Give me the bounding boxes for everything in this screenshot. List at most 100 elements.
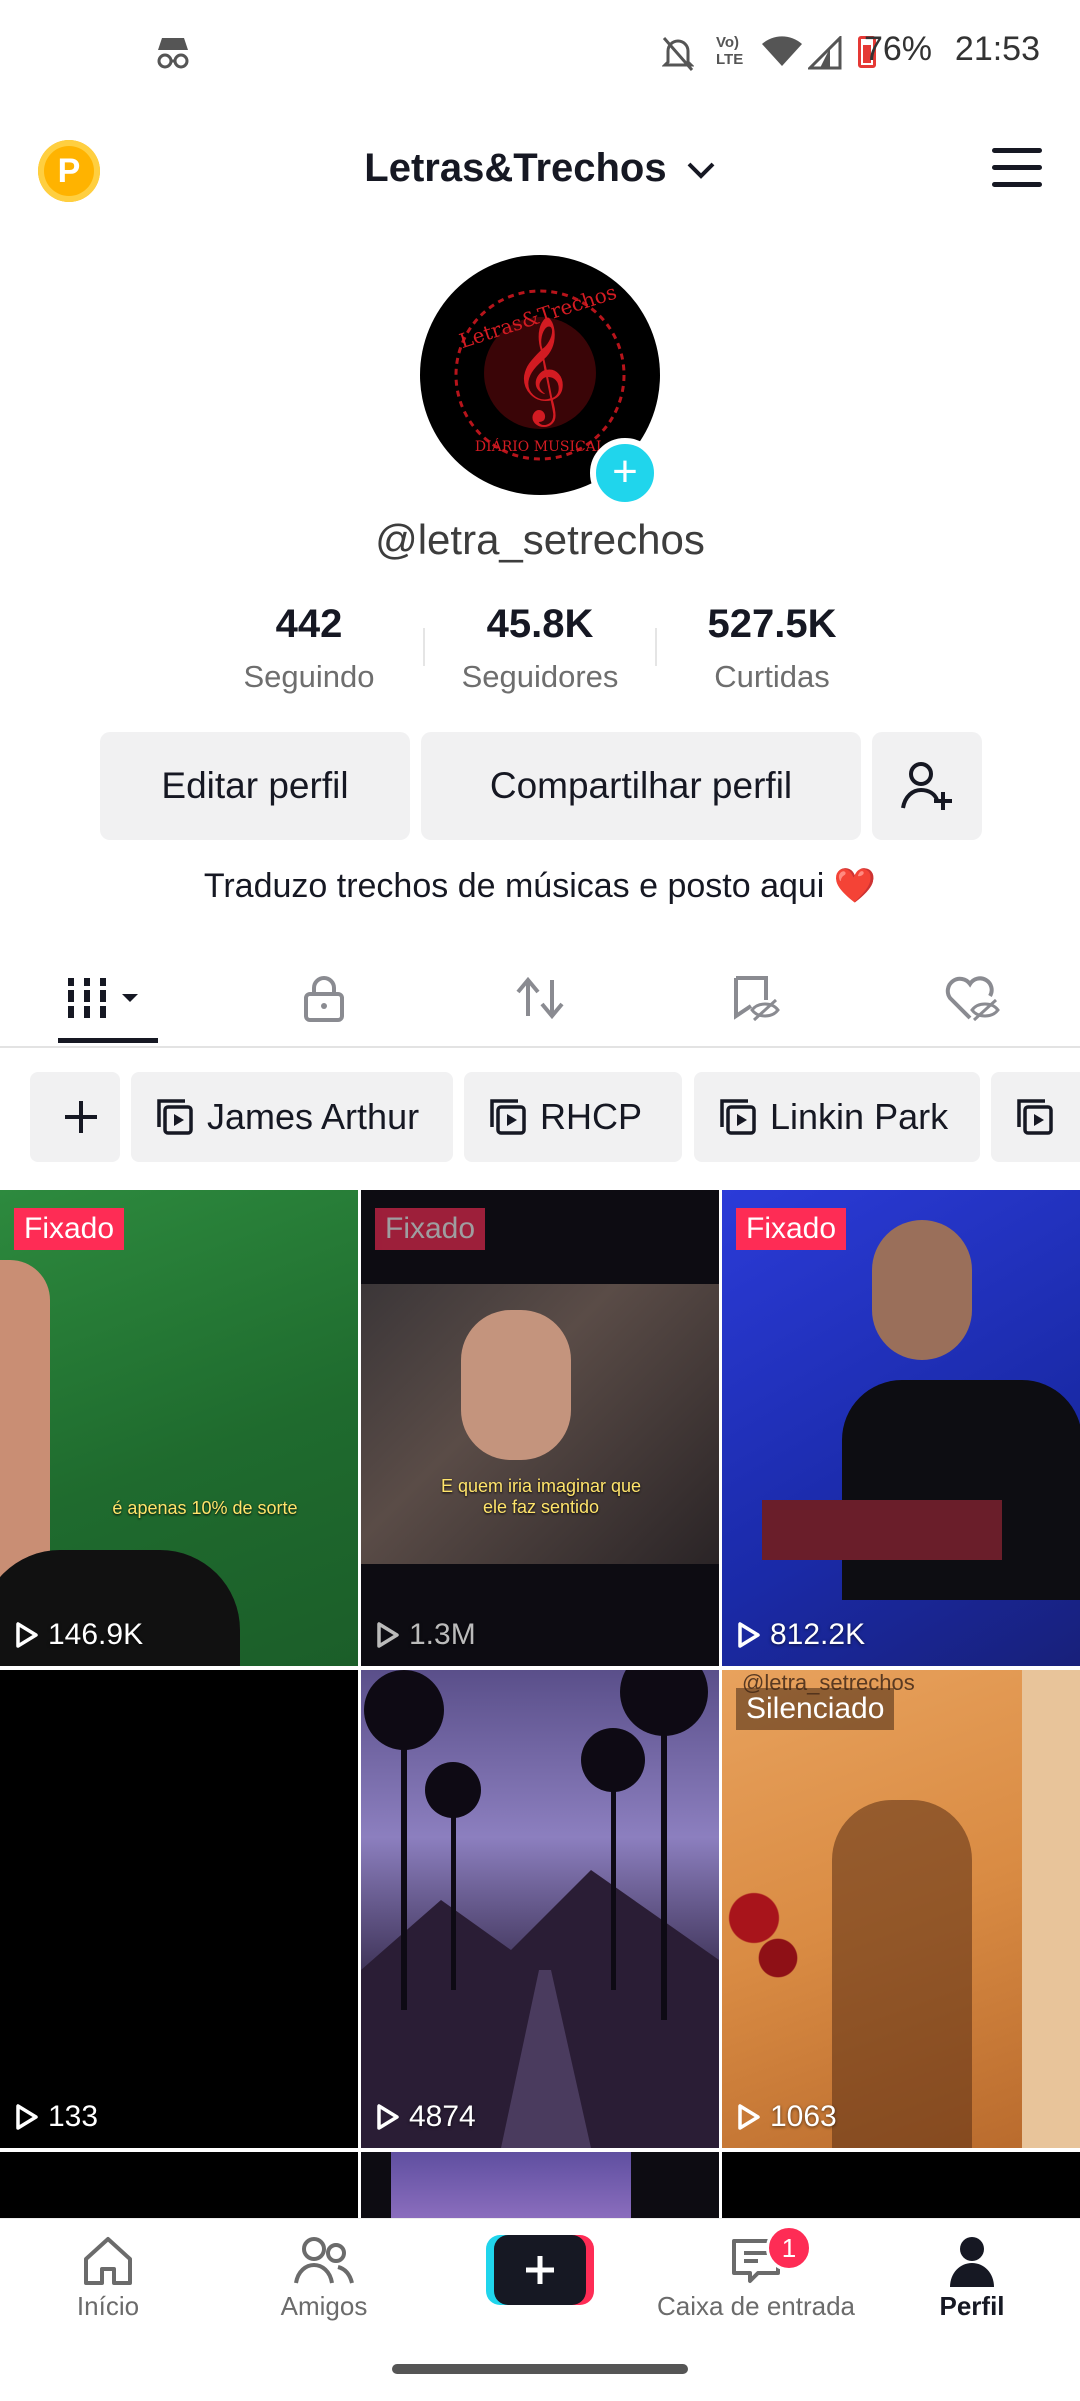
username: @letra_setrechos — [375, 516, 705, 563]
content-tabs — [0, 950, 1080, 1048]
incognito-icon — [157, 38, 189, 69]
nav-label: Amigos — [280, 2291, 368, 2321]
menu-button[interactable] — [992, 148, 1044, 188]
thumbnail-roses — [722, 1870, 802, 2030]
plus-icon — [65, 1101, 97, 1133]
video-tile[interactable] — [361, 2152, 719, 2222]
nav-label: Caixa de entrada — [656, 2291, 856, 2321]
playlist-label: RHCP — [540, 1096, 643, 1137]
video-tile[interactable]: @letra_setrechos Silenciado 1063 — [722, 1670, 1080, 2148]
view-count-value: 133 — [48, 2100, 99, 2133]
play-icon — [738, 2104, 760, 2130]
share-profile-button[interactable]: Compartilhar perfil — [421, 732, 861, 840]
stat-following[interactable]: 442 Seguindo — [194, 602, 424, 695]
view-count: 133 — [14, 2100, 98, 2134]
view-count-value: 1063 — [770, 2100, 837, 2133]
stat-followers[interactable]: 45.8K Seguidores — [425, 602, 655, 695]
stat-value: 45.8K — [486, 602, 594, 646]
play-icon — [377, 1622, 399, 1648]
status-bar: Vo) LTE 76% 21:53 — [0, 0, 1080, 110]
view-count: 1.3M — [375, 1618, 476, 1652]
nav-label: Perfil — [939, 2291, 1005, 2321]
thumbnail-wall — [1022, 1670, 1080, 2148]
repost-icon — [516, 976, 564, 1020]
home-indicator — [392, 2364, 688, 2374]
view-count: 146.9K — [14, 1618, 143, 1652]
video-caption: é apenas 10% de sorte — [112, 1498, 298, 1518]
view-count-value: 146.9K — [48, 1618, 144, 1651]
thumbnail-keyboard — [762, 1500, 1002, 1560]
playlist-label: Linkin Park — [770, 1096, 949, 1137]
grid-icon — [66, 978, 138, 1018]
bookmark-hidden-icon — [734, 976, 780, 1022]
thumbnail-face — [872, 1220, 972, 1360]
add-user-icon — [901, 762, 952, 810]
tab-reposts[interactable] — [432, 950, 648, 1046]
mute-icon — [662, 37, 694, 71]
video-tile[interactable]: Fixado é apenas 10% de sorte 146.9K — [0, 1190, 358, 1666]
lock-icon — [304, 976, 344, 1022]
video-tile[interactable]: Fixado 812.2K — [722, 1190, 1080, 1666]
profile-icon — [950, 2237, 994, 2287]
thumbnail-person — [842, 1380, 1080, 1600]
video-tile[interactable] — [722, 2152, 1080, 2222]
thumbnail-palms — [361, 1670, 719, 2148]
nav-friends[interactable]: Amigos — [216, 2231, 432, 2322]
heart-hidden-icon — [945, 976, 1000, 1022]
view-count-value: 1.3M — [409, 1618, 476, 1651]
playlist-icon — [157, 1099, 193, 1135]
add-friends-button[interactable] — [872, 732, 982, 840]
active-tab-indicator — [58, 1038, 158, 1043]
view-count-value: 812.2K — [770, 1618, 866, 1651]
view-count-value: 4874 — [409, 2100, 476, 2133]
bio: Traduzo trechos de músicas e posto aqui … — [203, 867, 877, 905]
edit-profile-button[interactable]: Editar perfil — [100, 732, 410, 840]
tab-liked[interactable] — [864, 950, 1080, 1046]
clock: 21:53 — [954, 30, 1040, 68]
video-caption: E quem iria imaginar que ele faz sentido — [440, 1476, 642, 1517]
nav-profile[interactable]: Perfil — [864, 2231, 1080, 2322]
tab-favorites[interactable] — [648, 950, 864, 1046]
friends-icon — [294, 2237, 354, 2284]
stat-label: Seguindo — [243, 659, 375, 694]
battery-level: 76% — [863, 30, 932, 68]
account-switcher[interactable]: Letras&Trechos — [0, 146, 1080, 191]
signal-icon — [808, 36, 842, 70]
stat-value: 442 — [275, 602, 343, 646]
playlist-chip[interactable]: RHCP — [464, 1072, 682, 1162]
play-icon — [16, 1622, 38, 1648]
playlist-chip[interactable]: Linkin Park — [694, 1072, 980, 1162]
thumbnail-preview — [391, 2152, 631, 2222]
playlist-icon — [1017, 1099, 1053, 1135]
create-button[interactable] — [486, 2235, 594, 2305]
pinned-badge: Fixado — [375, 1208, 486, 1250]
video-tile[interactable]: Fixado E quem iria imaginar que ele faz … — [361, 1190, 719, 1666]
add-story-button[interactable]: + — [590, 438, 660, 508]
home-icon — [84, 2237, 132, 2285]
stat-likes[interactable]: 527.5K Curtidas — [657, 602, 887, 695]
tab-videos[interactable] — [0, 950, 216, 1046]
video-tile[interactable] — [0, 2152, 358, 2222]
playlist-label: James Arthur — [207, 1096, 420, 1137]
play-icon — [738, 1622, 760, 1648]
pinned-badge: Fixado — [14, 1208, 125, 1250]
nav-inbox[interactable]: 1 Caixa de entrada — [648, 2225, 864, 2322]
pinned-badge: Fixado — [736, 1208, 847, 1250]
stat-value: 527.5K — [707, 602, 837, 646]
video-tile[interactable]: 4874 — [361, 1670, 719, 2148]
playlist-chip-partial[interactable] — [991, 1072, 1080, 1162]
play-icon — [377, 2104, 399, 2130]
video-tile[interactable]: 133 — [0, 1670, 358, 2148]
tab-private[interactable] — [216, 950, 432, 1046]
playlist-chip[interactable]: James Arthur — [131, 1072, 453, 1162]
muted-badge: Silenciado — [736, 1688, 895, 1730]
stat-label: Seguidores — [461, 659, 619, 694]
add-playlist-button[interactable] — [30, 1072, 120, 1162]
playlist-icon — [720, 1099, 756, 1135]
chevron-down-icon — [687, 163, 715, 180]
view-count: 812.2K — [736, 1618, 865, 1652]
nav-label: Início — [76, 2291, 140, 2321]
nav-home[interactable]: Início — [0, 2231, 216, 2322]
volte-icon: Vo) LTE — [716, 34, 744, 68]
view-count: 1063 — [736, 2100, 837, 2134]
